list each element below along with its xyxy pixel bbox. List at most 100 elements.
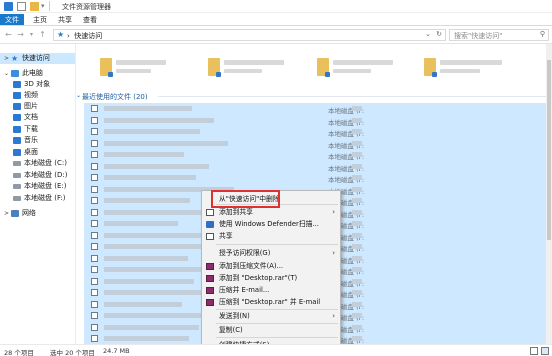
sidebar-item-documents[interactable]: 文档 (0, 112, 75, 123)
quick-access-dropdown-icon[interactable]: ▾ (41, 2, 45, 10)
desktop-icon (13, 148, 21, 156)
file-name-redacted (104, 267, 206, 272)
file-name-redacted (104, 221, 178, 226)
menu-item-copy[interactable]: 复制(C) (202, 325, 340, 336)
file-location-redacted (352, 336, 362, 341)
address-dropdown-icon[interactable]: ⌄ (425, 30, 431, 38)
frequent-folder-icon[interactable] (424, 58, 437, 77)
sidebar-item-label: 本地磁盘 (C:) (24, 159, 67, 167)
frequent-folder-icon[interactable] (208, 58, 221, 77)
sidebar-item-quick-access[interactable]: > ★ 快速访问 (0, 53, 75, 64)
file-icon (91, 335, 98, 342)
back-button[interactable]: ← (4, 30, 13, 40)
file-icon (91, 197, 98, 204)
file-location-redacted (352, 198, 362, 203)
menu-item-label: 复制(C) (219, 326, 243, 334)
rar-icon (206, 263, 214, 270)
frequent-folder-icon[interactable] (100, 58, 113, 77)
sidebar-item-this-pc[interactable]: ⌄ 此电脑 (0, 68, 75, 79)
file-icon (91, 128, 98, 135)
list-item[interactable]: 本地磁盘 (F: (84, 115, 546, 127)
picture-icon (13, 102, 21, 110)
breadcrumb-quick-access[interactable]: 快速访问 (74, 32, 102, 40)
details-view-icon[interactable] (530, 347, 538, 355)
status-selected-size: 24.7 MB (103, 347, 130, 355)
menu-item-add-to-desktop-rar[interactable]: 添加到 "Desktop.rar"(T) (202, 273, 340, 284)
file-name-redacted (104, 129, 200, 134)
sidebar-item-label: 3D 对象 (24, 80, 51, 88)
refresh-icon[interactable]: ↻ (436, 30, 442, 38)
pin-icon (216, 72, 221, 77)
menu-item-compress-desktop-rar-and-email[interactable]: 压缩到 "Desktop.rar" 并 E-mail (202, 297, 340, 308)
menu-item-share[interactable]: 共享 (202, 231, 340, 242)
sidebar-item-videos[interactable]: 视频 (0, 90, 75, 101)
list-item[interactable]: 本地磁盘 (F: (84, 149, 546, 161)
sidebar-item-drive-f[interactable]: 本地磁盘 (F:) (0, 193, 75, 204)
file-location-redacted (352, 209, 362, 215)
sidebar-item-label: 图片 (24, 102, 38, 110)
list-item[interactable]: 本地磁盘 (F: (84, 172, 546, 184)
search-icon: ⚲ (539, 30, 545, 38)
sidebar-item-label: 本地磁盘 (F:) (24, 194, 66, 202)
sidebar-item-music[interactable]: 音乐 (0, 135, 75, 146)
sidebar-item-label: 视频 (24, 91, 38, 99)
file-location-redacted (352, 175, 362, 180)
menu-item-give-access-to[interactable]: 授予访问权限(G) › (202, 248, 340, 259)
list-item[interactable]: 本地磁盘 (F: (84, 126, 546, 138)
menu-item-defender-scan[interactable]: 使用 Windows Defender扫描... (202, 219, 340, 230)
list-item[interactable]: 本地磁盘 (F: (84, 103, 546, 115)
tab-home[interactable]: 主页 (27, 14, 53, 25)
file-icon (91, 323, 98, 331)
pin-icon (325, 72, 330, 77)
tab-view[interactable]: 查看 (77, 14, 103, 25)
drive-icon (13, 160, 21, 166)
search-input[interactable]: 搜索"快速访问" ⚲ (449, 29, 549, 41)
properties-icon[interactable] (17, 2, 26, 11)
new-folder-icon[interactable] (30, 2, 39, 11)
frequent-folder-icon[interactable] (317, 58, 330, 77)
large-icons-view-icon[interactable] (541, 347, 549, 355)
file-location-redacted (352, 129, 362, 134)
file-icon (91, 174, 98, 181)
frequent-folder-path-redacted (116, 69, 151, 73)
group-collapse-chevron-icon[interactable]: ⌄ (76, 92, 81, 99)
forward-button[interactable]: → (16, 30, 25, 40)
file-location-redacted (352, 140, 362, 146)
ribbon-tabs: 文件 主页 共享 查看 (0, 13, 552, 26)
file-location-redacted (352, 106, 362, 111)
sidebar-item-desktop[interactable]: 桌面 (0, 147, 75, 158)
sidebar-item-pictures[interactable]: 图片 (0, 101, 75, 112)
sidebar-item-label: 音乐 (24, 136, 38, 144)
group-header-recent-files[interactable]: 最近使用的文件 (20) (82, 92, 148, 102)
scrollbar-thumb[interactable] (547, 60, 551, 240)
file-name-redacted (104, 152, 184, 157)
address-box[interactable]: ★ › 快速访问 ⌄ ↻ (53, 29, 446, 41)
recent-locations-icon[interactable]: ▾ (27, 30, 36, 40)
list-item[interactable]: 本地磁盘 (F: (84, 138, 546, 150)
tab-share[interactable]: 共享 (52, 14, 78, 25)
up-button[interactable]: ↑ (38, 30, 47, 40)
file-location-redacted (352, 152, 362, 157)
menu-item-send-to[interactable]: 发送到(N) › (202, 311, 340, 322)
sidebar-item-drive-c[interactable]: 本地磁盘 (C:) (0, 158, 75, 169)
sidebar-item-label: 此电脑 (21, 69, 43, 77)
menu-separator (216, 323, 338, 324)
sidebar-item-drive-e[interactable]: 本地磁盘 (E:) (0, 181, 75, 192)
menu-item-compress-and-email[interactable]: 压缩并 E-mail... (202, 285, 340, 296)
sidebar-item-network[interactable]: > 网络 (0, 208, 75, 219)
breadcrumb[interactable]: › 快速访问 (67, 31, 102, 41)
sidebar-item-drive-d[interactable]: 本地磁盘 (D:) (0, 170, 75, 181)
sidebar-item-downloads[interactable]: 下载 (0, 124, 75, 135)
tab-file[interactable]: 文件 (0, 14, 24, 25)
list-item[interactable]: 本地磁盘 (F: (84, 161, 546, 173)
file-name-redacted (104, 140, 228, 146)
submenu-arrow-icon: › (332, 249, 335, 257)
file-icon (91, 208, 98, 216)
file-name-redacted (104, 336, 189, 341)
menu-item-add-to-share[interactable]: 添加到共享 › (202, 207, 340, 218)
menu-item-add-to-archive[interactable]: 添加到压缩文件(A)... (202, 261, 340, 272)
document-icon (13, 113, 21, 121)
file-name-redacted (104, 163, 209, 169)
sidebar-item-3d-objects[interactable]: 3D 对象 (0, 79, 75, 90)
star-icon: ★ (10, 53, 19, 63)
